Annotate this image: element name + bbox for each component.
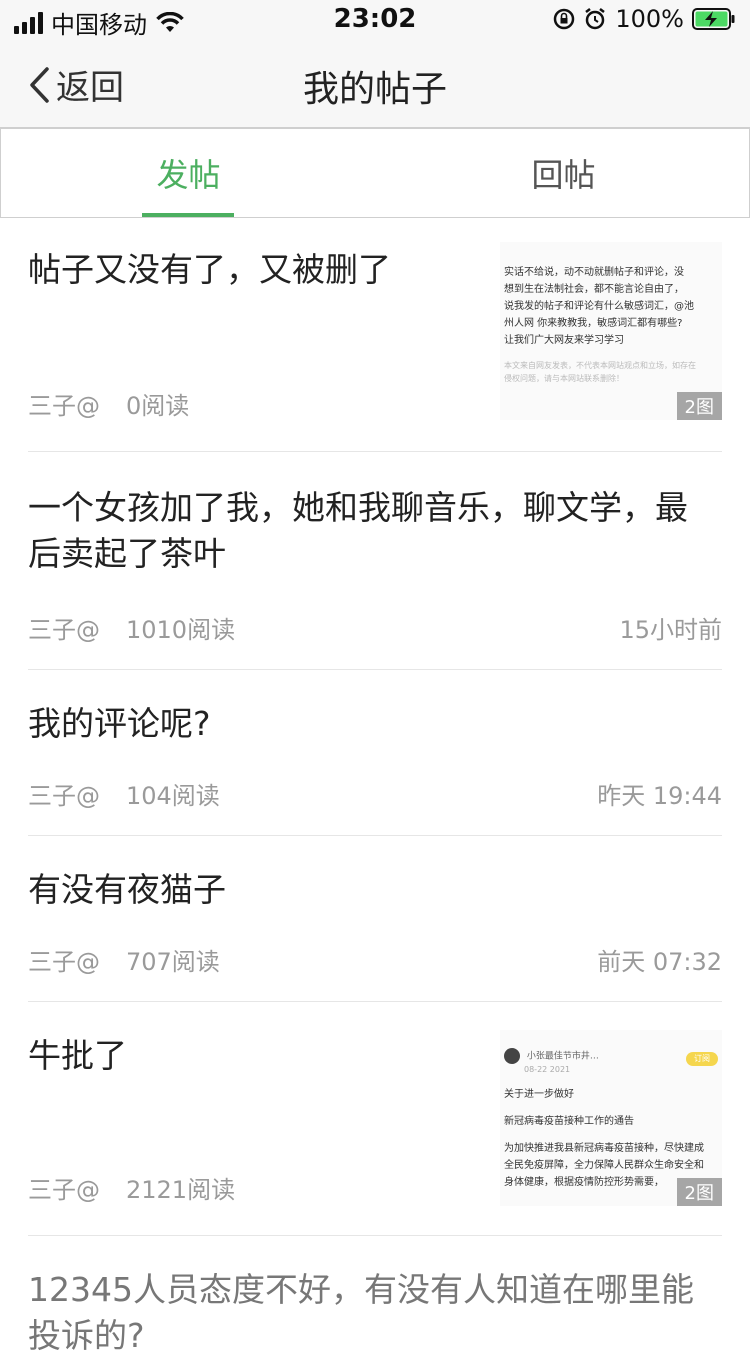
post-author: 三子@ bbox=[28, 616, 100, 644]
thumb-line: 新冠病毒疫苗接种工作的通告 bbox=[504, 1116, 634, 1127]
post-author: 三子@ bbox=[28, 1176, 100, 1204]
thumb-line: 州人网 你来教教我，敏感词汇都有哪些? bbox=[504, 318, 683, 329]
thumb-date: 08-22 2021 bbox=[524, 1065, 571, 1074]
post-reads: 0阅读 bbox=[126, 392, 190, 420]
post-item[interactable]: 牛批了 三子@ 2121阅读 小张最佳节市井… 订阅 08-22 2021 关于… bbox=[28, 1002, 722, 1236]
rotation-lock-icon bbox=[554, 8, 575, 30]
post-author: 三子@ bbox=[28, 948, 100, 976]
post-thumbnail: 小张最佳节市井… 订阅 08-22 2021 关于进一步做好 新冠病毒疫苗接种工… bbox=[500, 1030, 722, 1206]
battery-percent: 100% bbox=[615, 5, 684, 33]
post-author: 三子@ bbox=[28, 782, 100, 810]
post-reads: 2121阅读 bbox=[126, 1176, 236, 1204]
thumb-user: 小张最佳节市井… bbox=[526, 1051, 599, 1062]
image-count-badge: 2图 bbox=[676, 392, 722, 420]
thumb-line: 让我们广大网友来学习学习 bbox=[504, 335, 624, 346]
post-title-line: 12345人员态度不好，有没有人知道在哪里能 bbox=[28, 1270, 694, 1309]
post-time: 前天 07:32 bbox=[597, 948, 722, 976]
post-reads: 707阅读 bbox=[126, 948, 220, 976]
tab-bar: 发帖 回帖 bbox=[0, 128, 750, 218]
active-tab-indicator bbox=[142, 213, 234, 217]
post-time: 15小时前 bbox=[619, 616, 722, 644]
post-time: 昨天 19:44 bbox=[597, 782, 722, 810]
post-item[interactable]: 帖子又没有了，又被删了 三子@ 0阅读 实话不给说，动不动就删帖子和评论，没 想… bbox=[28, 218, 722, 452]
post-title: 帖子又没有了，又被删了 bbox=[28, 250, 391, 289]
navigation-bar: 返回 我的帖子 bbox=[0, 40, 750, 128]
thumb-small-line: 本文来自网友发表，不代表本网站观点和立场，如存在 bbox=[504, 361, 696, 370]
page-title: 我的帖子 bbox=[302, 69, 447, 110]
alarm-icon bbox=[585, 8, 606, 30]
post-title-line: 投诉的? bbox=[28, 1316, 145, 1355]
battery-charging-icon bbox=[692, 8, 735, 30]
thumb-line: 实话不给说，动不动就删帖子和评论，没 bbox=[504, 267, 684, 278]
thumb-line: 关于进一步做好 bbox=[504, 1089, 574, 1100]
post-title: 有没有夜猫子 bbox=[28, 870, 226, 909]
avatar bbox=[504, 1048, 520, 1064]
post-item[interactable]: 有没有夜猫子 三子@ 707阅读 前天 07:32 bbox=[28, 836, 722, 1002]
post-reads: 1010阅读 bbox=[126, 616, 236, 644]
thumb-line: 想到生在法制社会，都不能言论自由了， bbox=[504, 284, 684, 295]
post-title: 我的评论呢? bbox=[28, 704, 211, 743]
post-title-line: 后卖起了茶叶 bbox=[28, 534, 226, 573]
post-title-line: 一个女孩加了我，她和我聊音乐，聊文学，最 bbox=[28, 488, 688, 527]
post-item[interactable]: 12345人员态度不好，有没有人知道在哪里能 投诉的? bbox=[28, 1236, 722, 1356]
post-title: 牛批了 bbox=[28, 1036, 127, 1075]
image-count-badge: 2图 bbox=[676, 1178, 722, 1206]
thumb-tag: 订阅 bbox=[686, 1052, 718, 1066]
tab-reply[interactable]: 回帖 bbox=[376, 129, 750, 217]
thumb-line: 说我发的帖子和评论有什么敏感词汇，@池 bbox=[504, 301, 694, 312]
post-thumbnail: 实话不给说，动不动就删帖子和评论，没 想到生在法制社会，都不能言论自由了， 说我… bbox=[500, 242, 722, 420]
post-author: 三子@ bbox=[28, 392, 100, 420]
thumb-line: 为加快推进我县新冠病毒疫苗接种，尽快建成 bbox=[504, 1143, 704, 1154]
thumb-small-line: 侵权问题，请与本网站联系删除！ bbox=[504, 374, 624, 383]
thumb-line: 全民免疫屏障，全力保障人民群众生命安全和 bbox=[504, 1160, 704, 1171]
post-item[interactable]: 一个女孩加了我，她和我聊音乐，聊文学，最 后卖起了茶叶 三子@ 1010阅读 1… bbox=[28, 452, 722, 670]
tab-post[interactable]: 发帖 bbox=[1, 129, 376, 217]
post-reads: 104阅读 bbox=[126, 782, 220, 810]
status-bar: 中国移动 23:02 100% bbox=[0, 0, 750, 40]
post-item[interactable]: 我的评论呢? 三子@ 104阅读 昨天 19:44 bbox=[28, 670, 722, 836]
